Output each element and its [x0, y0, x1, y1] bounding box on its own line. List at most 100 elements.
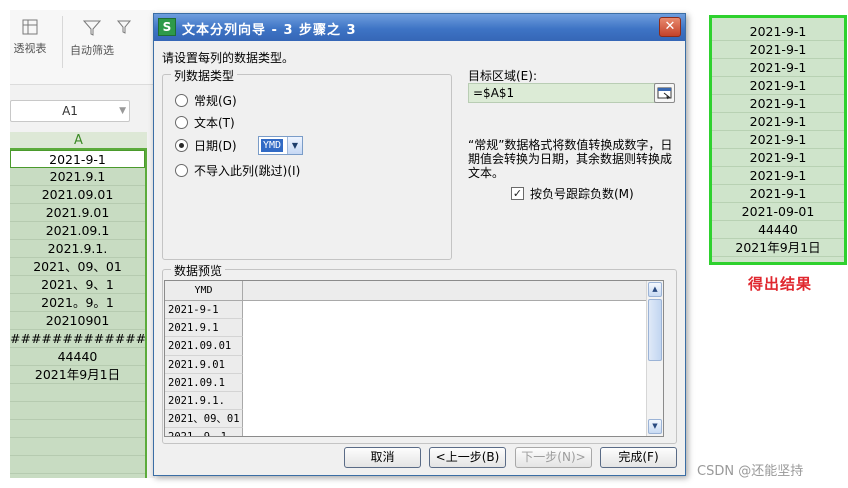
chevron-down-icon[interactable]: ▼	[287, 137, 302, 154]
result-cell: 2021-9-1	[712, 149, 844, 167]
preview-rows: 2021-9-1 2021.9.1 2021.09.01 2021.9.01 2…	[165, 301, 243, 436]
range-picker-button[interactable]	[654, 83, 675, 103]
close-icon: ✕	[664, 19, 676, 34]
sheet-cell-empty[interactable]	[10, 456, 145, 474]
column-a-cells: 2021-9-1 2021.9.1 2021.09.01 2021.9.01 2…	[10, 150, 147, 478]
sheet-cell-empty[interactable]	[10, 438, 145, 456]
preview-cell: 2021-9-1	[165, 301, 243, 320]
scroll-down-icon[interactable]: ▼	[648, 419, 662, 434]
cancel-button[interactable]: 取消	[344, 447, 421, 468]
spreadsheet-background: 透视表 自动筛选 A1 ▼ A 2021-9-1 2021.9.1 2021.0…	[10, 10, 155, 478]
radio-general-label: 常规(G)	[194, 94, 237, 108]
advanced-filter-button[interactable]	[110, 18, 140, 40]
sheet-cell[interactable]: 2021。9。1	[10, 294, 145, 312]
result-cell: 2021-9-1	[712, 23, 844, 41]
radio-date[interactable]: 日期(D) YMD ▼	[175, 136, 435, 155]
back-button[interactable]: <上一步(B)	[429, 447, 506, 468]
column-header-a[interactable]: A	[10, 132, 147, 150]
preview-cell: 2021.9.01	[165, 355, 243, 374]
result-label: 得出结果	[748, 275, 813, 293]
result-cell: 2021年9月1日	[712, 239, 844, 257]
radio-text[interactable]: 文本(T)	[175, 114, 235, 132]
data-type-group: 列数据类型 常规(G) 文本(T) 日期(D) YMD ▼ 不导入此列(跳过)(…	[162, 67, 452, 260]
radio-date-label: 日期(D)	[194, 139, 237, 153]
preview-cell: 2021.9.1.	[165, 391, 243, 411]
pivot-table-icon	[22, 19, 38, 35]
radio-skip-circle[interactable]	[175, 164, 188, 177]
radio-text-label: 文本(T)	[194, 116, 235, 130]
app-icon: S	[158, 18, 176, 36]
sheet-cell[interactable]: 44440	[10, 348, 145, 366]
sheet-cell[interactable]: 2021.09.1	[10, 222, 145, 240]
filter-icon	[82, 20, 102, 36]
date-format-select[interactable]: YMD ▼	[258, 136, 303, 155]
sheet-cell[interactable]: 2021.09.01	[10, 186, 145, 204]
result-cell: 2021-9-1	[712, 77, 844, 95]
result-cell: 2021-9-1	[712, 113, 844, 131]
watermark: CSDN @还能坚持	[697, 464, 804, 479]
next-button[interactable]: 下一步(N)>	[515, 447, 592, 468]
data-type-legend: 列数据类型	[171, 67, 238, 84]
target-area-label: 目标区域(E):	[468, 69, 537, 83]
result-cell: 44440	[712, 221, 844, 239]
result-column: 2021-9-1 2021-9-1 2021-9-1 2021-9-1 2021…	[709, 15, 847, 265]
filter-plus-icon	[116, 20, 132, 34]
sheet-cell-empty[interactable]	[10, 384, 145, 402]
sheet-cell[interactable]: 2021、09、01	[10, 258, 145, 276]
sheet-cell[interactable]: 2021.9.1.	[10, 240, 145, 258]
preview-scrollbar[interactable]: ▲ ▼	[646, 281, 663, 436]
result-cell: 2021-9-1	[712, 41, 844, 59]
text-to-columns-dialog: S 文本分列向导 - 3 步骤之 3 ✕ 请设置每列的数据类型。 列数据类型 常…	[153, 13, 686, 476]
scroll-up-icon[interactable]: ▲	[648, 282, 662, 297]
sheet-cell[interactable]: 2021年9月1日	[10, 366, 145, 384]
help-text: “常规”数据格式将数值转换成数字，日期值会转换为日期，其余数据则转换成文本。	[468, 138, 673, 180]
instruction-text: 请设置每列的数据类型。	[162, 51, 295, 65]
radio-skip-column[interactable]: 不导入此列(跳过)(I)	[175, 162, 300, 180]
sheet-cell-empty[interactable]	[10, 420, 145, 438]
preview-cell: 2021.09.01	[165, 337, 243, 356]
sheet-cell[interactable]: 2021、9、1	[10, 276, 145, 294]
negative-number-checkbox[interactable]: ✓ 按负号跟踪负数(M)	[511, 187, 634, 202]
sheet-cell-empty[interactable]	[10, 402, 145, 420]
preview-cell: 2021、09、01	[165, 410, 243, 429]
sheet-cell[interactable]: 2021-9-1	[10, 150, 145, 168]
radio-date-circle[interactable]	[175, 139, 188, 152]
name-box-value: A1	[62, 104, 78, 118]
sheet-cell[interactable]: ################	[10, 330, 145, 348]
result-cell: 2021-9-1	[712, 95, 844, 113]
pivot-table-label: 透视表	[13, 42, 47, 55]
ribbon: 透视表 自动筛选	[10, 10, 155, 85]
radio-text-circle[interactable]	[175, 116, 188, 129]
date-format-value: YMD	[261, 139, 284, 152]
close-button[interactable]: ✕	[659, 17, 681, 37]
radio-general[interactable]: 常规(G)	[175, 92, 237, 110]
radio-skip-label: 不导入此列(跳过)(I)	[194, 164, 301, 178]
name-box[interactable]: A1 ▼	[10, 100, 130, 122]
negative-number-label: 按负号跟踪负数(M)	[530, 187, 634, 201]
range-select-icon	[657, 87, 672, 100]
radio-general-circle[interactable]	[175, 94, 188, 107]
dialog-title: 文本分列向导 - 3 步骤之 3	[182, 23, 357, 38]
result-cell: 2021-9-1	[712, 59, 844, 77]
preview-cell: 2021.09.1	[165, 373, 243, 392]
data-preview: YMD 2021-9-1 2021.9.1 2021.09.01 2021.9.…	[164, 280, 664, 437]
result-cell: 2021-9-1	[712, 131, 844, 149]
auto-filter-label: 自动筛选	[70, 44, 114, 57]
sheet-cell[interactable]: 20210901	[10, 312, 145, 330]
data-preview-legend: 数据预览	[171, 262, 226, 279]
preview-cell: 2021、9、1	[165, 428, 243, 436]
preview-column-header[interactable]: YMD	[165, 281, 243, 301]
sheet-cell[interactable]: 2021.9.1	[10, 168, 145, 186]
finish-button[interactable]: 完成(F)	[600, 447, 677, 468]
preview-cell: 2021.9.1	[165, 319, 243, 338]
result-cell: 2021-9-1	[712, 185, 844, 203]
checkbox-box[interactable]: ✓	[511, 187, 524, 200]
scroll-thumb[interactable]	[648, 299, 662, 361]
chevron-down-icon[interactable]: ▼	[119, 101, 126, 121]
pivot-table-button[interactable]: 透视表	[10, 18, 60, 56]
sheet-cell[interactable]: 2021.9.01	[10, 204, 145, 222]
target-area-input[interactable]: =$A$1	[468, 83, 663, 103]
result-cell: 2021-09-01	[712, 203, 844, 221]
dialog-titlebar[interactable]: S 文本分列向导 - 3 步骤之 3 ✕	[154, 14, 685, 41]
preview-header-row: YMD	[165, 281, 653, 301]
